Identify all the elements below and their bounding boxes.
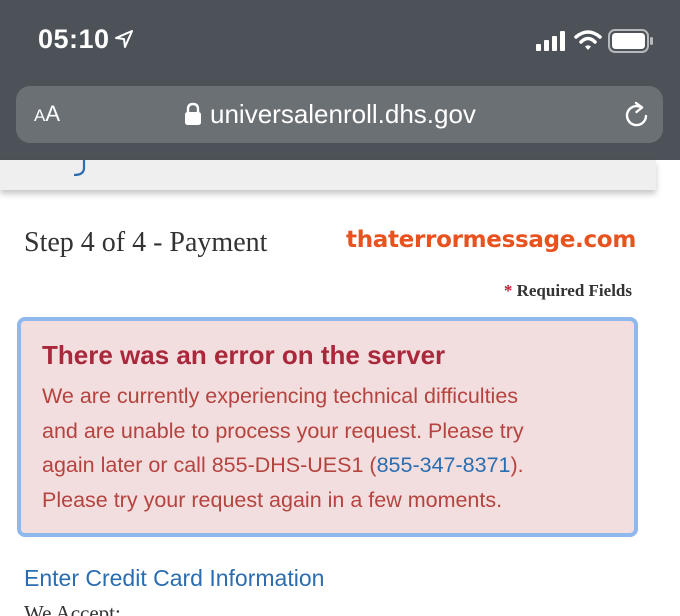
error-line: and are unable to process your request. … [42,418,524,443]
battery-icon [608,29,653,53]
step-title: Step 4 of 4 - Payment [24,227,268,258]
error-line: Please try your request again in a few m… [42,487,503,512]
phone-number-link[interactable]: 855-347-8371 [377,453,511,477]
error-line: again later or call 855-DHS-UES1 (855-34… [42,453,524,477]
reload-icon[interactable] [622,100,652,130]
we-accept-label: We Accept: [24,601,121,616]
browser-chrome: 05:10 AA universalenroll.dhs.gov [0,0,680,160]
lock-icon [185,102,201,125]
text-size-button[interactable]: AA [34,101,60,127]
required-fields-note: * Required Fields [504,281,632,301]
url-text[interactable]: universalenroll.dhs.gov [210,99,476,130]
credit-card-section-heading: Enter Credit Card Information [24,565,325,591]
required-asterisk: * [503,281,513,300]
required-label: Required Fields [516,281,632,300]
wifi-icon [574,30,602,50]
cellular-signal-icon [536,31,565,51]
location-arrow-icon [115,30,133,48]
page-header-banner [0,160,656,190]
error-heading: There was an error on the server [42,340,446,370]
error-message: We are currently experiencing technical … [42,379,632,517]
watermark-text: thaterrormessage.com [346,227,636,253]
status-time: 05:10 [38,24,110,54]
error-line: We are currently experiencing technical … [42,384,519,408]
address-bar[interactable]: AA universalenroll.dhs.gov [16,86,663,143]
error-alert: There was an error on the server We are … [17,317,638,537]
cut-off-heading-glyph [73,160,86,176]
